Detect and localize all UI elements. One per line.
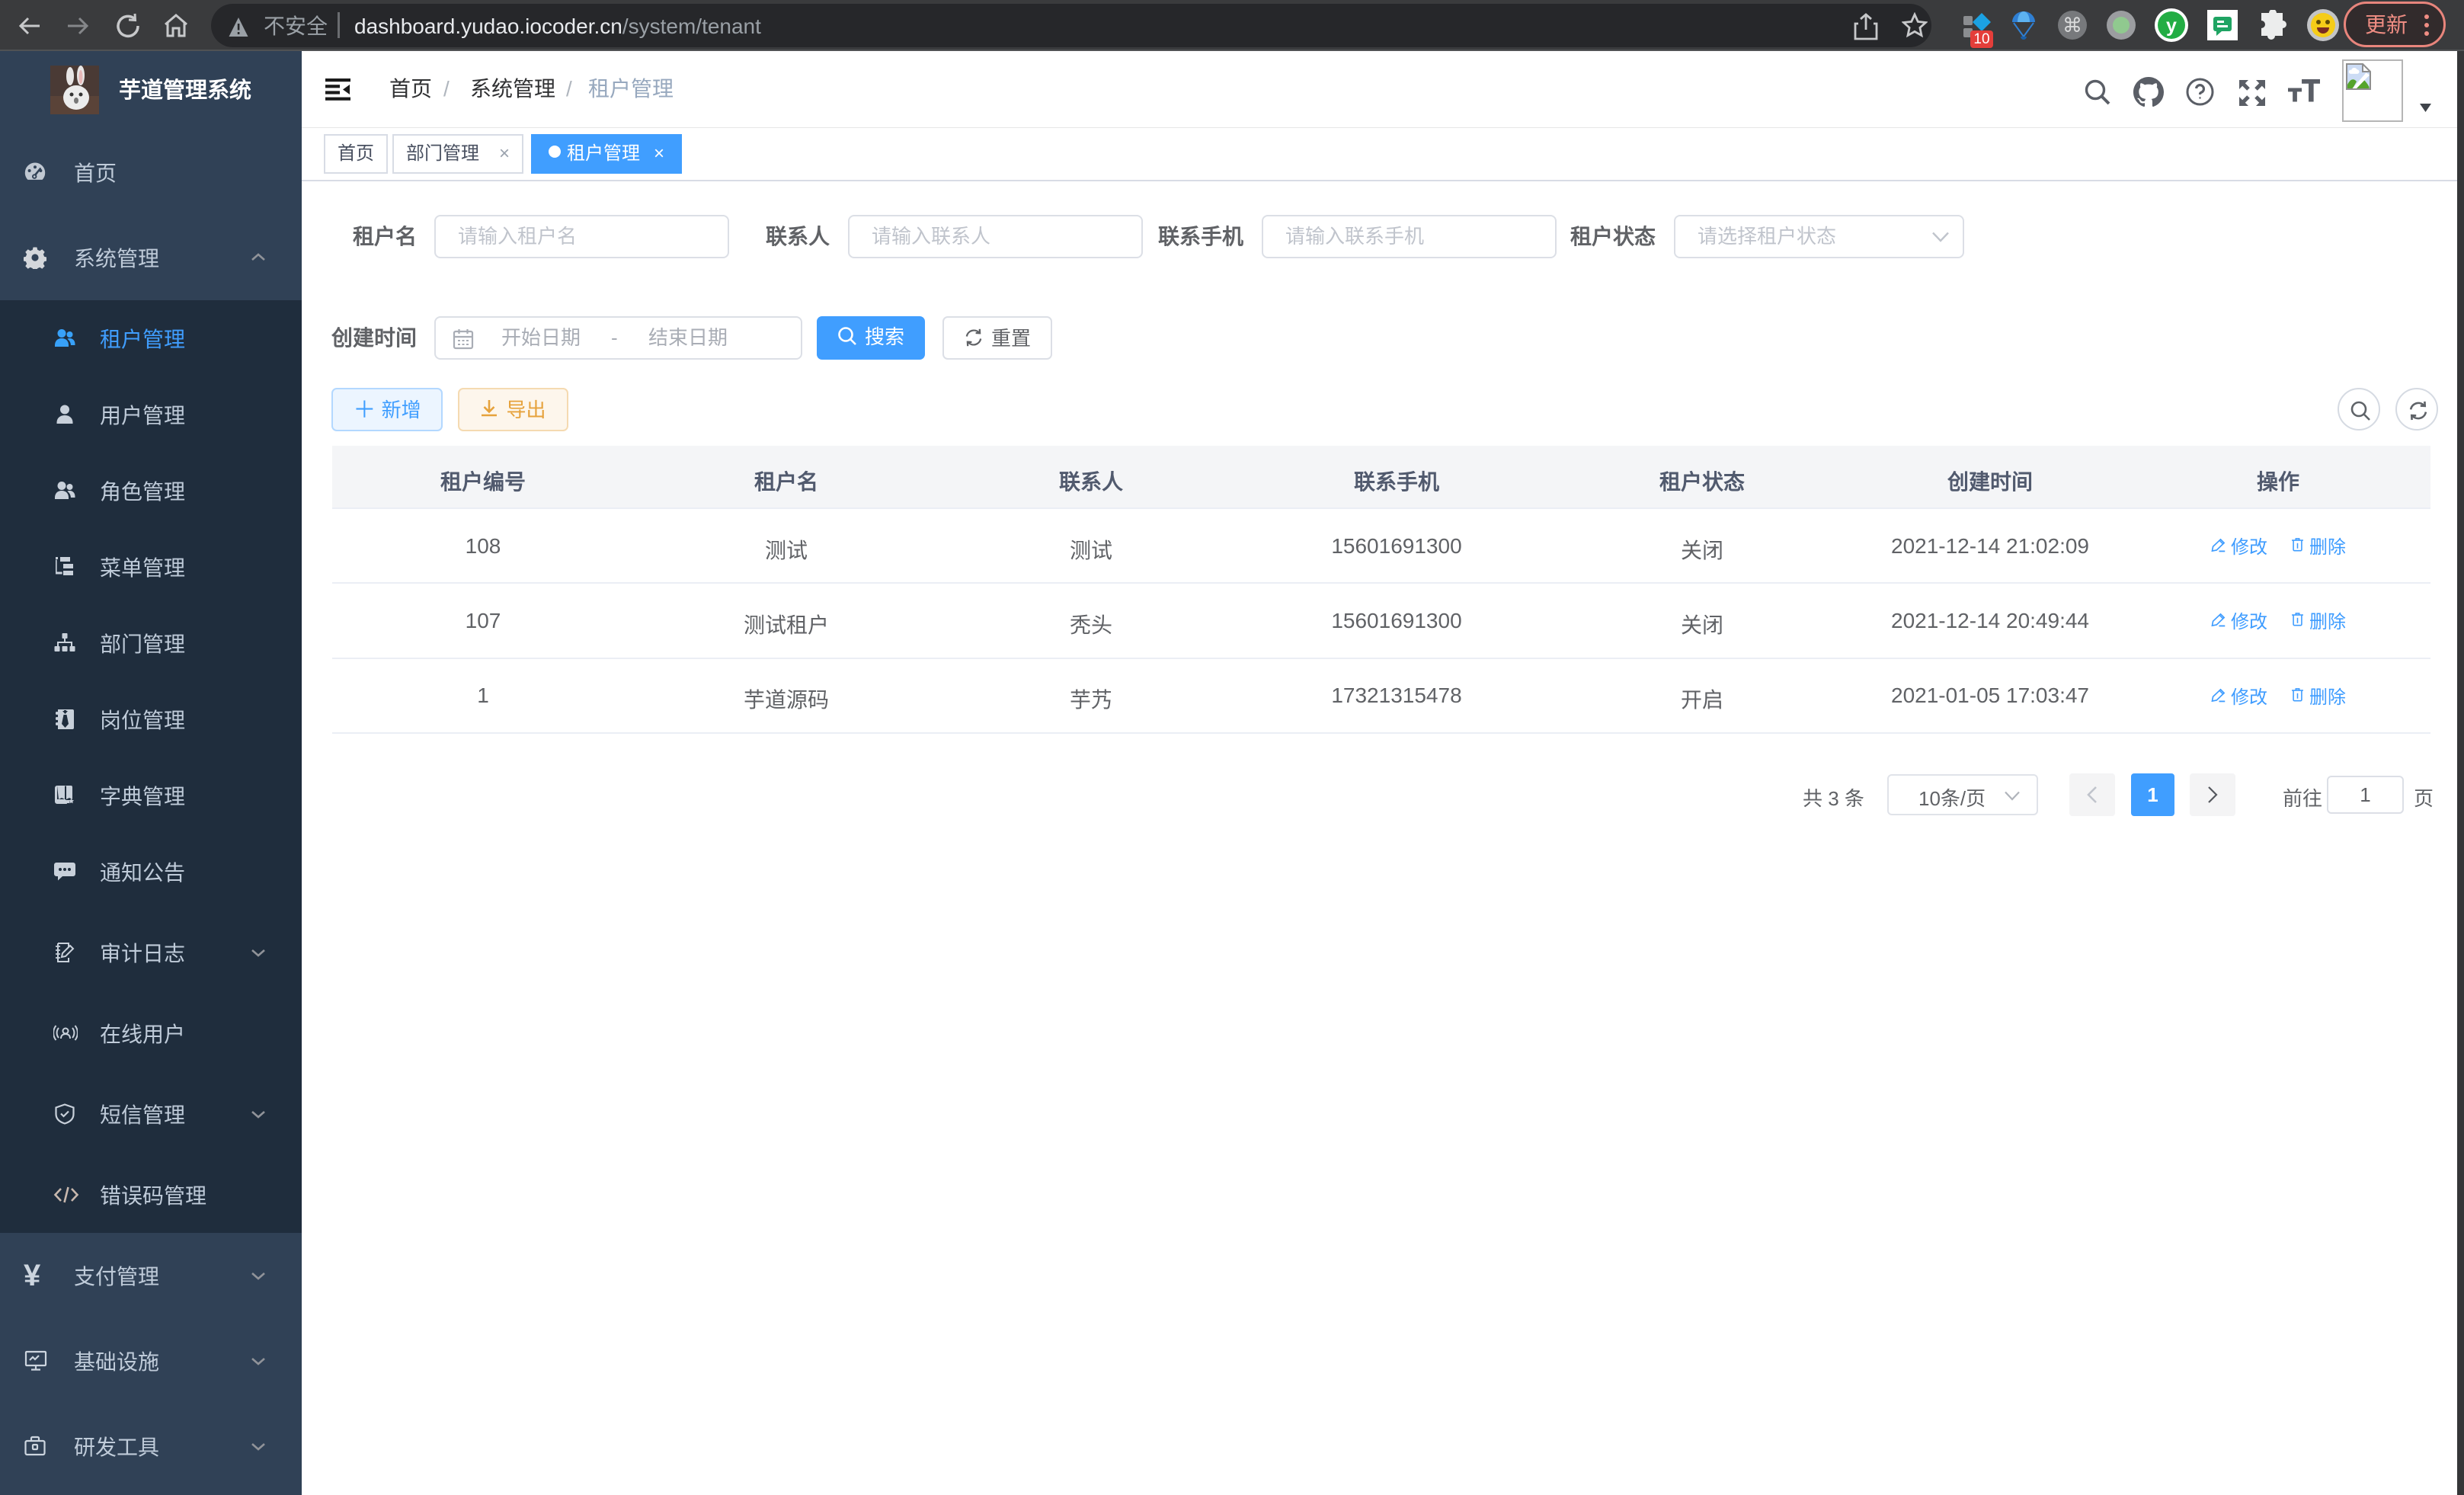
svg-text:⌘: ⌘ xyxy=(2062,14,2082,37)
svg-text:y: y xyxy=(2166,15,2177,37)
